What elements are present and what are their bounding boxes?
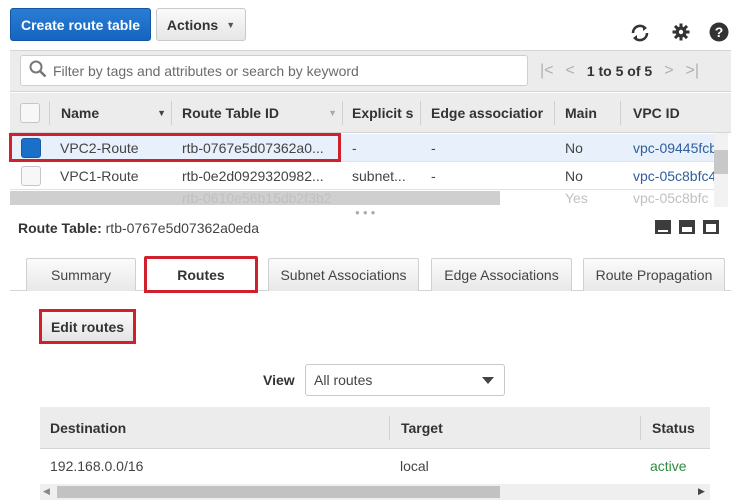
edit-routes-button[interactable]: Edit routes: [39, 309, 136, 344]
sort-icon[interactable]: ▼: [328, 108, 337, 118]
column-divider: [640, 416, 641, 440]
route-table-title-value: rtb-0767e5d07362a0eda: [105, 220, 260, 236]
column-divider: [171, 101, 172, 125]
column-header-vpc-id[interactable]: VPC ID: [633, 93, 680, 133]
view-select-value: All routes: [314, 372, 373, 388]
select-all-checkbox[interactable]: [20, 103, 40, 123]
tab-route-propagation[interactable]: Route Propagation: [583, 258, 725, 291]
chevron-down-icon: ▼: [226, 19, 236, 30]
view-select[interactable]: All routes: [305, 364, 505, 396]
cell-main: No: [565, 140, 583, 156]
layout-bottom-icon[interactable]: [655, 220, 671, 234]
cell-vpc-id-link[interactable]: vpc-09445fcb48: [633, 134, 715, 162]
pagination-count: 1 to 5 of 5: [586, 63, 653, 79]
column-divider: [620, 101, 621, 125]
layout-buttons: [655, 220, 719, 234]
column-header-main[interactable]: Main: [565, 93, 597, 133]
column-header-name[interactable]: Name ▼: [61, 93, 166, 133]
help-icon[interactable]: ?: [708, 21, 730, 43]
route-destination: 192.168.0.0/16: [50, 458, 144, 474]
column-divider: [49, 101, 50, 125]
tab-subnet-associations[interactable]: Subnet Associations: [268, 258, 419, 291]
route-table-title: Route Table: rtb-0767e5d07362a0eda: [18, 220, 259, 236]
search-input[interactable]: [53, 62, 523, 79]
route-status: active: [650, 458, 687, 474]
routes-table-header: [40, 407, 710, 449]
panel-resize-handle[interactable]: ●●●: [355, 208, 379, 217]
actions-label: Actions: [166, 16, 219, 33]
tab-edge-associations[interactable]: Edge Associations: [431, 258, 572, 291]
row-checkbox-cell[interactable]: [20, 162, 42, 190]
cell-vpc-id-link[interactable]: vpc-05c8bfc4eb: [633, 162, 715, 190]
cell-route-table-id: rtb-0e2d0929320982...: [182, 168, 324, 184]
column-route-table-id-label: Route Table ID: [182, 105, 279, 121]
next-page-icon[interactable]: >: [664, 62, 673, 80]
tab-summary[interactable]: Summary: [26, 258, 136, 291]
select-all-checkbox-cell[interactable]: [20, 93, 40, 133]
cell-edge: -: [431, 140, 436, 156]
table-vertical-scrollbar-thumb[interactable]: [714, 150, 728, 174]
cell-explicit: subnet...: [352, 168, 406, 184]
cell-main: Yes: [565, 190, 588, 206]
gear-icon[interactable]: [670, 21, 692, 43]
column-divider: [389, 416, 390, 440]
cell-edge: -: [431, 168, 436, 184]
column-divider: [342, 101, 343, 125]
scroll-right-icon[interactable]: ▶: [698, 486, 705, 497]
search-box[interactable]: [20, 55, 528, 86]
tab-routes[interactable]: Routes: [144, 256, 258, 293]
selected-row-highlight: [9, 133, 341, 162]
cell-explicit: -: [352, 140, 357, 156]
create-route-table-button[interactable]: Create route table: [10, 8, 151, 41]
pagination: |< < 1 to 5 of 5 > >|: [540, 60, 699, 82]
layout-split-icon[interactable]: [679, 220, 695, 234]
cell-vpc-id-link[interactable]: vpc-05c8bfc4: [633, 190, 708, 206]
caret-down-icon: [482, 376, 494, 384]
row-checkbox[interactable]: [21, 166, 41, 186]
cell-main: No: [565, 168, 583, 184]
scroll-left-icon[interactable]: ◀: [43, 486, 50, 497]
column-header-destination[interactable]: Destination: [50, 407, 126, 449]
column-header-status[interactable]: Status: [652, 407, 695, 449]
refresh-icon[interactable]: [629, 22, 651, 44]
actions-dropdown-button[interactable]: Actions ▼: [156, 8, 246, 41]
search-icon: [29, 60, 47, 81]
column-header-target[interactable]: Target: [401, 407, 443, 449]
sort-icon[interactable]: ▼: [157, 108, 166, 118]
column-header-route-table-id[interactable]: Route Table ID ▼: [182, 93, 337, 133]
route-table-title-label: Route Table:: [18, 220, 102, 236]
column-name-label: Name: [61, 105, 100, 121]
last-page-icon[interactable]: >|: [686, 62, 700, 80]
column-header-explicit[interactable]: Explicit s: [352, 93, 414, 133]
svg-text:?: ?: [715, 24, 724, 40]
column-divider: [554, 101, 555, 125]
column-divider: [420, 101, 421, 125]
route-target: local: [400, 458, 429, 474]
layout-full-icon[interactable]: [703, 220, 719, 234]
cell-name: VPC1-Route: [60, 168, 139, 184]
column-header-edge-association[interactable]: Edge associatior: [431, 93, 547, 133]
first-page-icon[interactable]: |<: [540, 62, 554, 80]
routes-horizontal-scrollbar-thumb[interactable]: [57, 486, 500, 498]
view-label: View: [263, 372, 295, 388]
prev-page-icon[interactable]: <: [566, 62, 575, 80]
cell-route-table-id: rtb-0610e56b15db2f3b2: [182, 190, 332, 206]
